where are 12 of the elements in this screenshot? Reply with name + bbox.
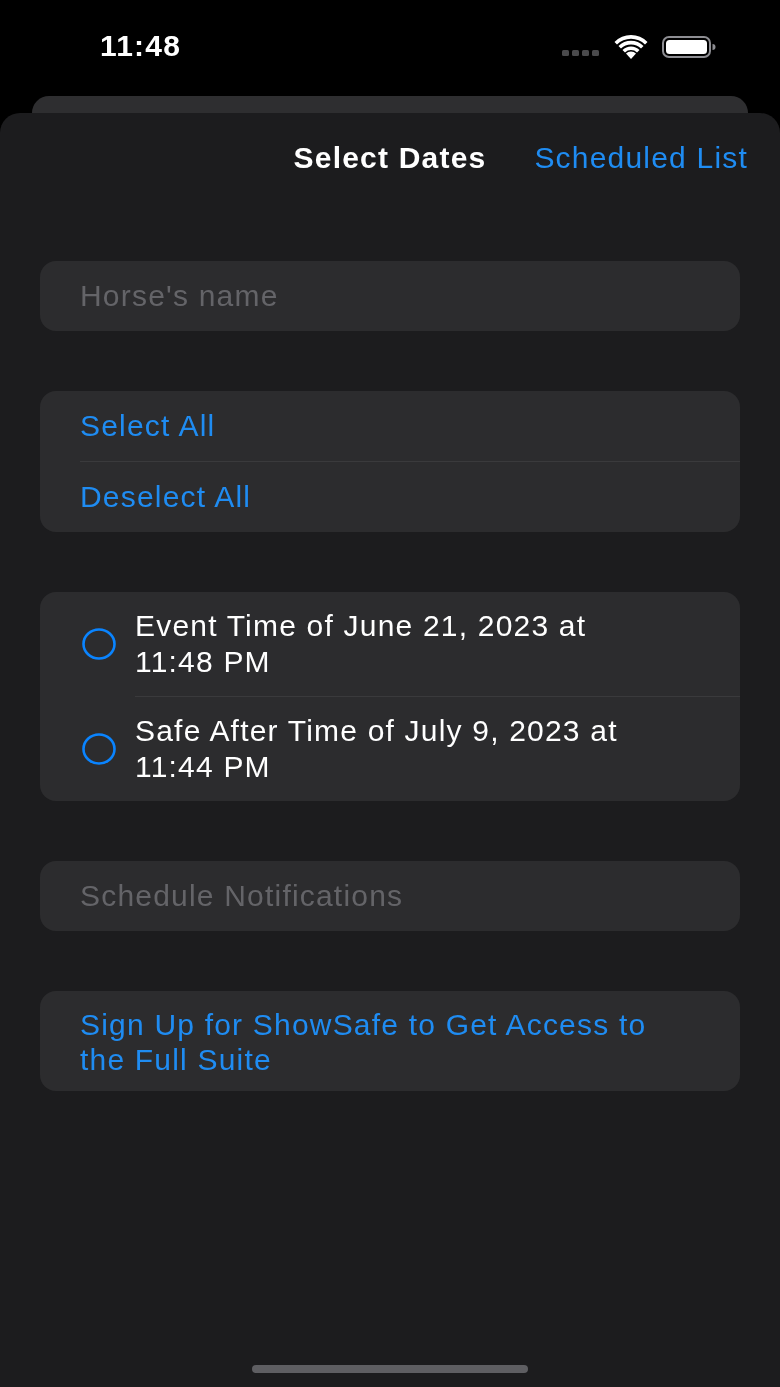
battery-icon — [662, 36, 716, 58]
selection-action-button[interactable]: Select All — [40, 391, 740, 461]
date-option[interactable]: Safe After Time of July 9, 2023 at 11:44 PM — [40, 697, 740, 801]
signal-dots-icon — [562, 50, 600, 56]
status-time: 11:48 — [100, 29, 182, 63]
signup-button[interactable]: Sign Up for ShowSafe to Get Access to the Full Suite — [40, 991, 740, 1091]
selection-action-button[interactable]: Deselect All — [40, 462, 740, 532]
scheduled-list-button[interactable]: Scheduled List — [534, 141, 748, 175]
name-input-field[interactable]: Horse's name — [40, 261, 740, 331]
wifi-icon — [614, 35, 648, 59]
nav-title: Select Dates — [293, 141, 487, 175]
date-option[interactable]: Event Time of June 21, 2023 at 11:48 PM — [40, 592, 740, 696]
